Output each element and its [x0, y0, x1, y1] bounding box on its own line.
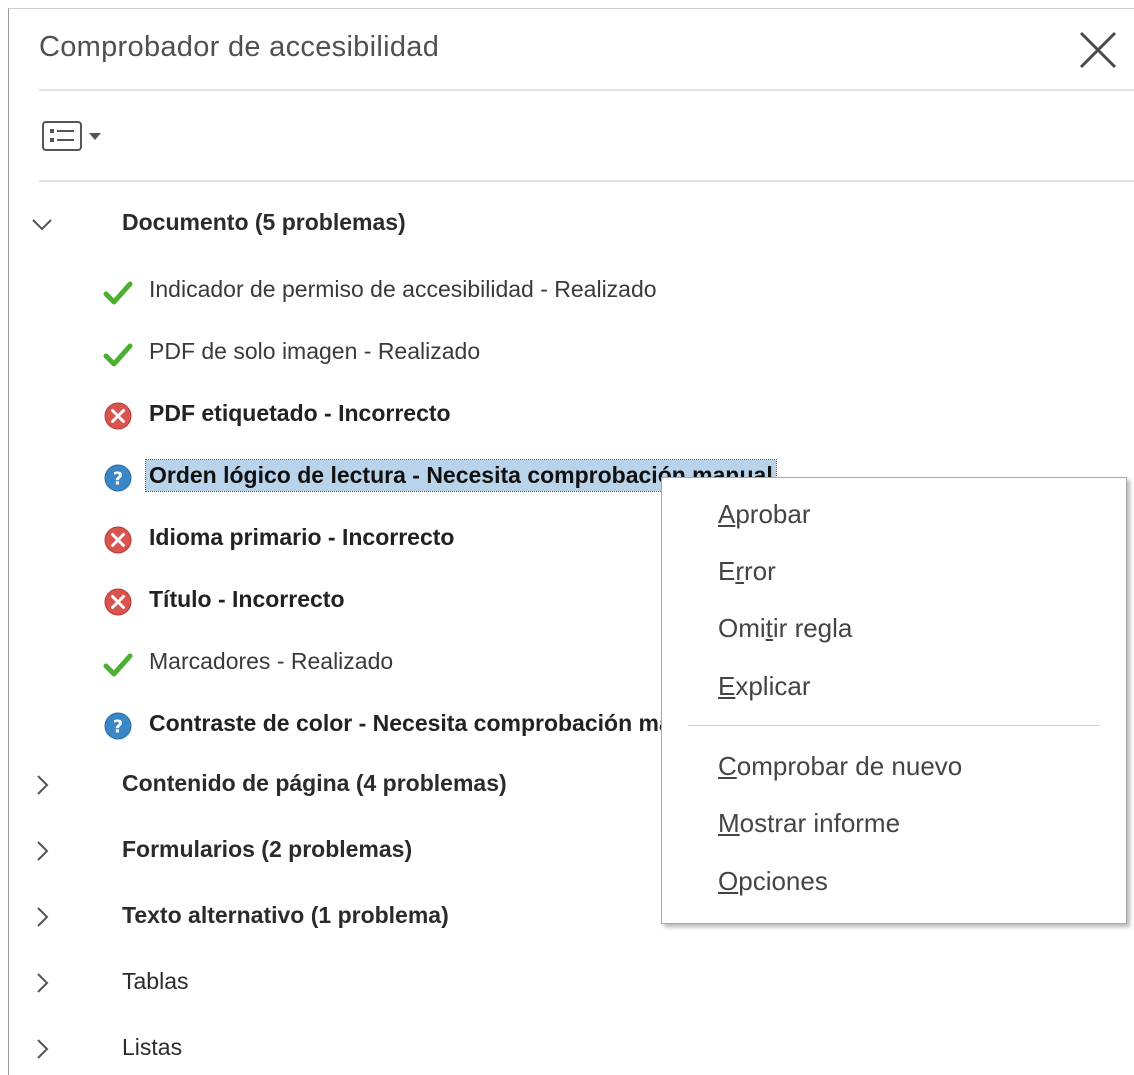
tree-item[interactable]: Indicador de permiso de accesibilidad - … — [9, 266, 1134, 310]
list-options-icon — [42, 121, 101, 151]
error-icon — [104, 588, 132, 616]
error-icon — [104, 402, 132, 430]
tree-item-label: Indicador de permiso de accesibilidad - … — [149, 276, 657, 302]
check-icon — [103, 653, 133, 677]
access-key: O — [718, 866, 739, 896]
access-key: r — [735, 556, 745, 586]
tree-category-document[interactable]: Documento (5 problemas) — [9, 201, 1134, 245]
chevron-right-icon[interactable] — [27, 1034, 57, 1064]
question-icon: ? — [104, 464, 132, 492]
access-key: t — [765, 613, 773, 643]
access-key: A — [718, 499, 736, 529]
tree-item-label: PDF etiquetado - Incorrecto — [149, 400, 451, 426]
menu-item-omitir-regla[interactable]: Omitir regla — [718, 613, 852, 644]
check-icon — [103, 281, 133, 305]
tree-item-label: Contraste de color - Necesita comprobaci… — [149, 710, 720, 736]
menu-item-error[interactable]: Error — [718, 556, 776, 587]
tree-category-label: Tablas — [122, 968, 189, 994]
svg-text:?: ? — [113, 469, 123, 490]
menu-item-explicar[interactable]: Explicar — [718, 671, 810, 702]
tree-category-label: Documento (5 problemas) — [122, 209, 406, 235]
close-button[interactable] — [1075, 27, 1121, 73]
menu-item-opciones[interactable]: Opciones — [718, 866, 828, 897]
chevron-down-icon[interactable] — [27, 209, 57, 239]
menu-item-comprobar-de-nuevo[interactable]: Comprobar de nuevo — [718, 751, 962, 782]
menu-item-mostrar-informe[interactable]: Mostrar informe — [718, 808, 900, 839]
access-key: E — [718, 671, 736, 701]
tree-category-label: Contenido de página (4 problemas) — [122, 770, 507, 796]
tree-item[interactable]: PDF de solo imagen - Realizado — [9, 328, 1134, 372]
toolbar-divider — [39, 180, 1134, 182]
chevron-right-icon[interactable] — [27, 902, 57, 932]
tree-category-label: Texto alternativo (1 problema) — [122, 902, 449, 928]
title-divider — [39, 89, 1134, 91]
tree-category-label: Listas — [122, 1034, 183, 1060]
tree-category-tables[interactable]: Tablas — [9, 960, 1134, 1004]
menu-item-aprobar[interactable]: Aprobar — [718, 499, 811, 530]
access-key: C — [718, 751, 737, 781]
svg-text:?: ? — [113, 717, 123, 738]
tree-item-label: Idioma primario - Incorrecto — [149, 524, 455, 550]
tree-category-label: Formularios (2 problemas) — [122, 836, 413, 862]
chevron-right-icon[interactable] — [27, 836, 57, 866]
chevron-right-icon[interactable] — [27, 770, 57, 800]
tree-item-label: Marcadores - Realizado — [149, 648, 394, 674]
tree-category-lists[interactable]: Listas — [9, 1026, 1134, 1070]
access-key: M — [718, 808, 740, 838]
question-icon: ? — [104, 712, 132, 740]
options-menu-button[interactable] — [41, 118, 107, 154]
tree-item-label: PDF de solo imagen - Realizado — [149, 338, 481, 364]
tree-item[interactable]: PDF etiquetado - Incorrecto — [9, 390, 1134, 434]
error-icon — [104, 526, 132, 554]
check-icon — [103, 343, 133, 367]
context-menu: Aprobar Error Omitir regla Explicar Comp… — [661, 477, 1127, 924]
close-icon — [1079, 31, 1117, 69]
chevron-right-icon[interactable] — [27, 968, 57, 998]
tree-item-label: Título - Incorrecto — [149, 586, 345, 612]
panel-title: Comprobador de accesibilidad — [39, 31, 440, 63]
menu-separator — [688, 725, 1100, 726]
